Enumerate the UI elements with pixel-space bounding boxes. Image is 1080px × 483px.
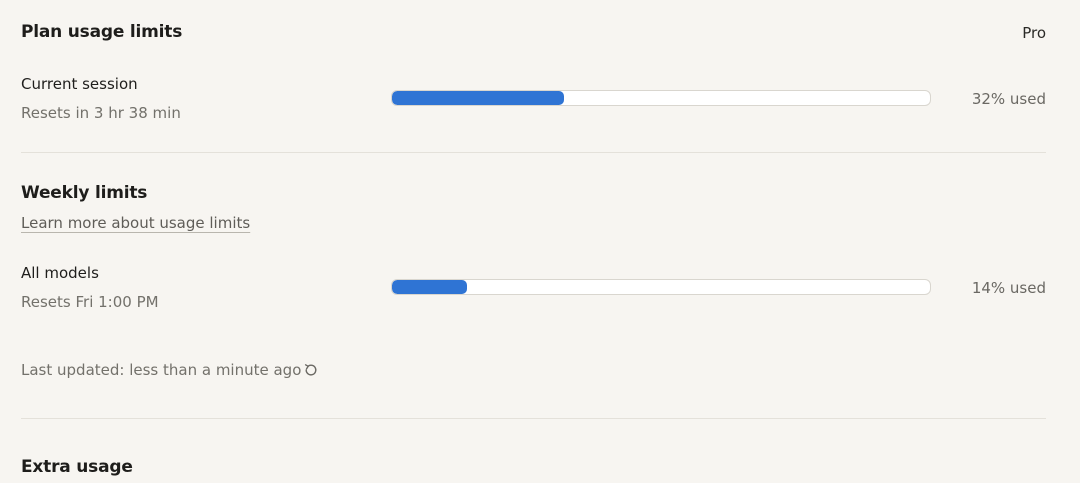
weekly-limits-title: Weekly limits xyxy=(21,183,148,203)
extra-usage-title: Extra usage xyxy=(21,457,133,477)
divider xyxy=(21,418,1046,419)
last-updated-text: Last updated: less than a minute ago xyxy=(21,361,302,379)
current-session-used: 32% used xyxy=(971,90,1046,108)
current-session-progress-bar xyxy=(391,90,931,106)
all-models-used: 14% used xyxy=(971,279,1046,297)
all-models-progress-bar xyxy=(391,279,931,295)
all-models-reset: Resets Fri 1:00 PM xyxy=(21,293,159,311)
plan-usage-title: Plan usage limits xyxy=(21,22,183,42)
divider xyxy=(21,152,1046,153)
learn-more-link[interactable]: Learn more about usage limits xyxy=(21,214,250,232)
all-models-label: All models xyxy=(21,264,99,282)
current-session-reset: Resets in 3 hr 38 min xyxy=(21,104,181,122)
refresh-icon[interactable] xyxy=(303,362,319,378)
current-session-progress-fill xyxy=(392,91,565,105)
current-session-label: Current session xyxy=(21,75,138,93)
all-models-progress-fill xyxy=(392,280,468,294)
plan-tier-label: Pro xyxy=(1022,24,1046,42)
